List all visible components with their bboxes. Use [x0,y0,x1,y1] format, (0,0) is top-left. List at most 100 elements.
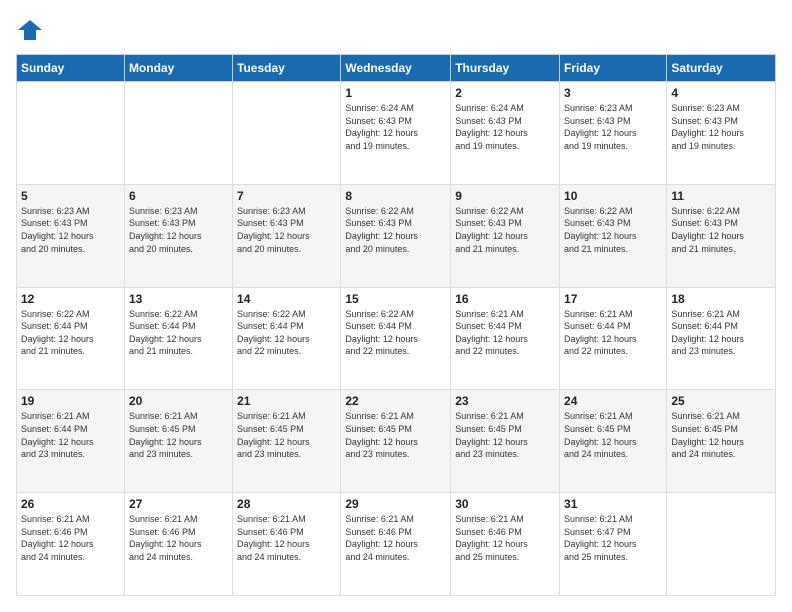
day-info: Sunrise: 6:22 AM Sunset: 6:44 PM Dayligh… [345,308,446,358]
day-number: 27 [129,497,228,511]
day-cell: 10 Sunrise: 6:22 AM Sunset: 6:43 PM Dayli… [560,184,667,287]
week-row-4: 26 Sunrise: 6:21 AM Sunset: 6:46 PM Dayli… [17,493,776,596]
day-number: 10 [564,189,662,203]
day-info: Sunrise: 6:21 AM Sunset: 6:45 PM Dayligh… [455,410,555,460]
day-number: 26 [21,497,120,511]
day-info: Sunrise: 6:22 AM Sunset: 6:43 PM Dayligh… [455,205,555,255]
day-number: 2 [455,86,555,100]
day-cell [17,82,125,185]
day-cell: 11 Sunrise: 6:22 AM Sunset: 6:43 PM Dayli… [667,184,776,287]
day-cell: 7 Sunrise: 6:23 AM Sunset: 6:43 PM Daylig… [233,184,341,287]
day-number: 1 [345,86,446,100]
day-info: Sunrise: 6:21 AM Sunset: 6:45 PM Dayligh… [237,410,336,460]
day-info: Sunrise: 6:21 AM Sunset: 6:44 PM Dayligh… [564,308,662,358]
day-cell: 26 Sunrise: 6:21 AM Sunset: 6:46 PM Dayli… [17,493,125,596]
day-cell [667,493,776,596]
header-row: SundayMondayTuesdayWednesdayThursdayFrid… [17,55,776,82]
header-cell-sunday: Sunday [17,55,125,82]
header-cell-saturday: Saturday [667,55,776,82]
day-cell: 16Sunrise: 6:21 AM Sunset: 6:44 PM Dayli… [451,287,560,390]
day-number: 19 [21,394,120,408]
calendar-table: SundayMondayTuesdayWednesdayThursdayFrid… [16,54,776,596]
day-number: 3 [564,86,662,100]
day-info: Sunrise: 6:23 AM Sunset: 6:43 PM Dayligh… [129,205,228,255]
header-cell-thursday: Thursday [451,55,560,82]
day-cell: 1Sunrise: 6:24 AM Sunset: 6:43 PM Daylig… [341,82,451,185]
day-number: 23 [455,394,555,408]
day-info: Sunrise: 6:21 AM Sunset: 6:45 PM Dayligh… [564,410,662,460]
day-number: 13 [129,292,228,306]
header-cell-wednesday: Wednesday [341,55,451,82]
day-info: Sunrise: 6:22 AM Sunset: 6:43 PM Dayligh… [345,205,446,255]
day-number: 31 [564,497,662,511]
day-cell: 31 Sunrise: 6:21 AM Sunset: 6:47 PM Dayli… [560,493,667,596]
day-cell: 3Sunrise: 6:23 AM Sunset: 6:43 PM Daylig… [560,82,667,185]
calendar-header: SundayMondayTuesdayWednesdayThursdayFrid… [17,55,776,82]
day-cell: 5Sunrise: 6:23 AM Sunset: 6:43 PM Daylig… [17,184,125,287]
day-number: 16 [455,292,555,306]
day-info: Sunrise: 6:21 AM Sunset: 6:45 PM Dayligh… [129,410,228,460]
day-info: Sunrise: 6:21 AM Sunset: 6:46 PM Dayligh… [237,513,336,563]
day-cell: 23 Sunrise: 6:21 AM Sunset: 6:45 PM Dayli… [451,390,560,493]
day-cell: 22 Sunrise: 6:21 AM Sunset: 6:45 PM Dayli… [341,390,451,493]
day-info: Sunrise: 6:22 AM Sunset: 6:44 PM Dayligh… [129,308,228,358]
header-cell-monday: Monday [124,55,232,82]
logo [16,16,48,44]
day-number: 20 [129,394,228,408]
day-cell: 28Sunrise: 6:21 AM Sunset: 6:46 PM Dayli… [233,493,341,596]
day-cell: 24 Sunrise: 6:21 AM Sunset: 6:45 PM Dayli… [560,390,667,493]
day-number: 8 [345,189,446,203]
day-cell: 17 Sunrise: 6:21 AM Sunset: 6:44 PM Dayli… [560,287,667,390]
day-number: 7 [237,189,336,203]
day-cell: 27Sunrise: 6:21 AM Sunset: 6:46 PM Dayli… [124,493,232,596]
day-info: Sunrise: 6:22 AM Sunset: 6:44 PM Dayligh… [237,308,336,358]
day-cell: 25Sunrise: 6:21 AM Sunset: 6:45 PM Dayli… [667,390,776,493]
day-number: 17 [564,292,662,306]
day-number: 15 [345,292,446,306]
week-row-0: 1 Sunrise: 6:24 AM Sunset: 6:43 PM Daylig… [17,82,776,185]
day-info: Sunrise: 6:23 AM Sunset: 6:43 PM Dayligh… [21,205,120,255]
logo-icon [16,16,44,44]
day-info: Sunrise: 6:24 AM Sunset: 6:43 PM Dayligh… [455,102,555,152]
day-number: 11 [671,189,771,203]
day-number: 24 [564,394,662,408]
day-info: Sunrise: 6:21 AM Sunset: 6:46 PM Dayligh… [455,513,555,563]
day-info: Sunrise: 6:21 AM Sunset: 6:46 PM Dayligh… [345,513,446,563]
day-info: Sunrise: 6:23 AM Sunset: 6:43 PM Dayligh… [671,102,771,152]
day-number: 9 [455,189,555,203]
day-cell: 30 Sunrise: 6:21 AM Sunset: 6:46 PM Dayli… [451,493,560,596]
day-cell: 14 Sunrise: 6:22 AM Sunset: 6:44 PM Dayli… [233,287,341,390]
week-row-1: 5Sunrise: 6:23 AM Sunset: 6:43 PM Daylig… [17,184,776,287]
day-number: 12 [21,292,120,306]
header-cell-tuesday: Tuesday [233,55,341,82]
day-number: 4 [671,86,771,100]
week-row-3: 19 Sunrise: 6:21 AM Sunset: 6:44 PM Dayli… [17,390,776,493]
day-info: Sunrise: 6:22 AM Sunset: 6:43 PM Dayligh… [671,205,771,255]
header [16,16,776,44]
day-cell: 8 Sunrise: 6:22 AM Sunset: 6:43 PM Daylig… [341,184,451,287]
day-number: 29 [345,497,446,511]
day-cell: 15 Sunrise: 6:22 AM Sunset: 6:44 PM Dayli… [341,287,451,390]
week-row-2: 12 Sunrise: 6:22 AM Sunset: 6:44 PM Dayli… [17,287,776,390]
day-number: 22 [345,394,446,408]
day-number: 18 [671,292,771,306]
day-cell: 4 Sunrise: 6:23 AM Sunset: 6:43 PM Daylig… [667,82,776,185]
day-info: Sunrise: 6:23 AM Sunset: 6:43 PM Dayligh… [237,205,336,255]
day-info: Sunrise: 6:22 AM Sunset: 6:43 PM Dayligh… [564,205,662,255]
day-info: Sunrise: 6:21 AM Sunset: 6:47 PM Dayligh… [564,513,662,563]
day-number: 30 [455,497,555,511]
day-cell: 19 Sunrise: 6:21 AM Sunset: 6:44 PM Dayli… [17,390,125,493]
day-number: 25 [671,394,771,408]
day-cell: 21 Sunrise: 6:21 AM Sunset: 6:45 PM Dayli… [233,390,341,493]
day-number: 14 [237,292,336,306]
day-cell: 20 Sunrise: 6:21 AM Sunset: 6:45 PM Dayli… [124,390,232,493]
day-info: Sunrise: 6:22 AM Sunset: 6:44 PM Dayligh… [21,308,120,358]
day-info: Sunrise: 6:21 AM Sunset: 6:44 PM Dayligh… [671,308,771,358]
day-info: Sunrise: 6:21 AM Sunset: 6:44 PM Dayligh… [21,410,120,460]
day-info: Sunrise: 6:21 AM Sunset: 6:45 PM Dayligh… [345,410,446,460]
day-cell [233,82,341,185]
day-cell: 13 Sunrise: 6:22 AM Sunset: 6:44 PM Dayli… [124,287,232,390]
day-number: 21 [237,394,336,408]
day-info: Sunrise: 6:21 AM Sunset: 6:46 PM Dayligh… [21,513,120,563]
day-cell: 9 Sunrise: 6:22 AM Sunset: 6:43 PM Daylig… [451,184,560,287]
